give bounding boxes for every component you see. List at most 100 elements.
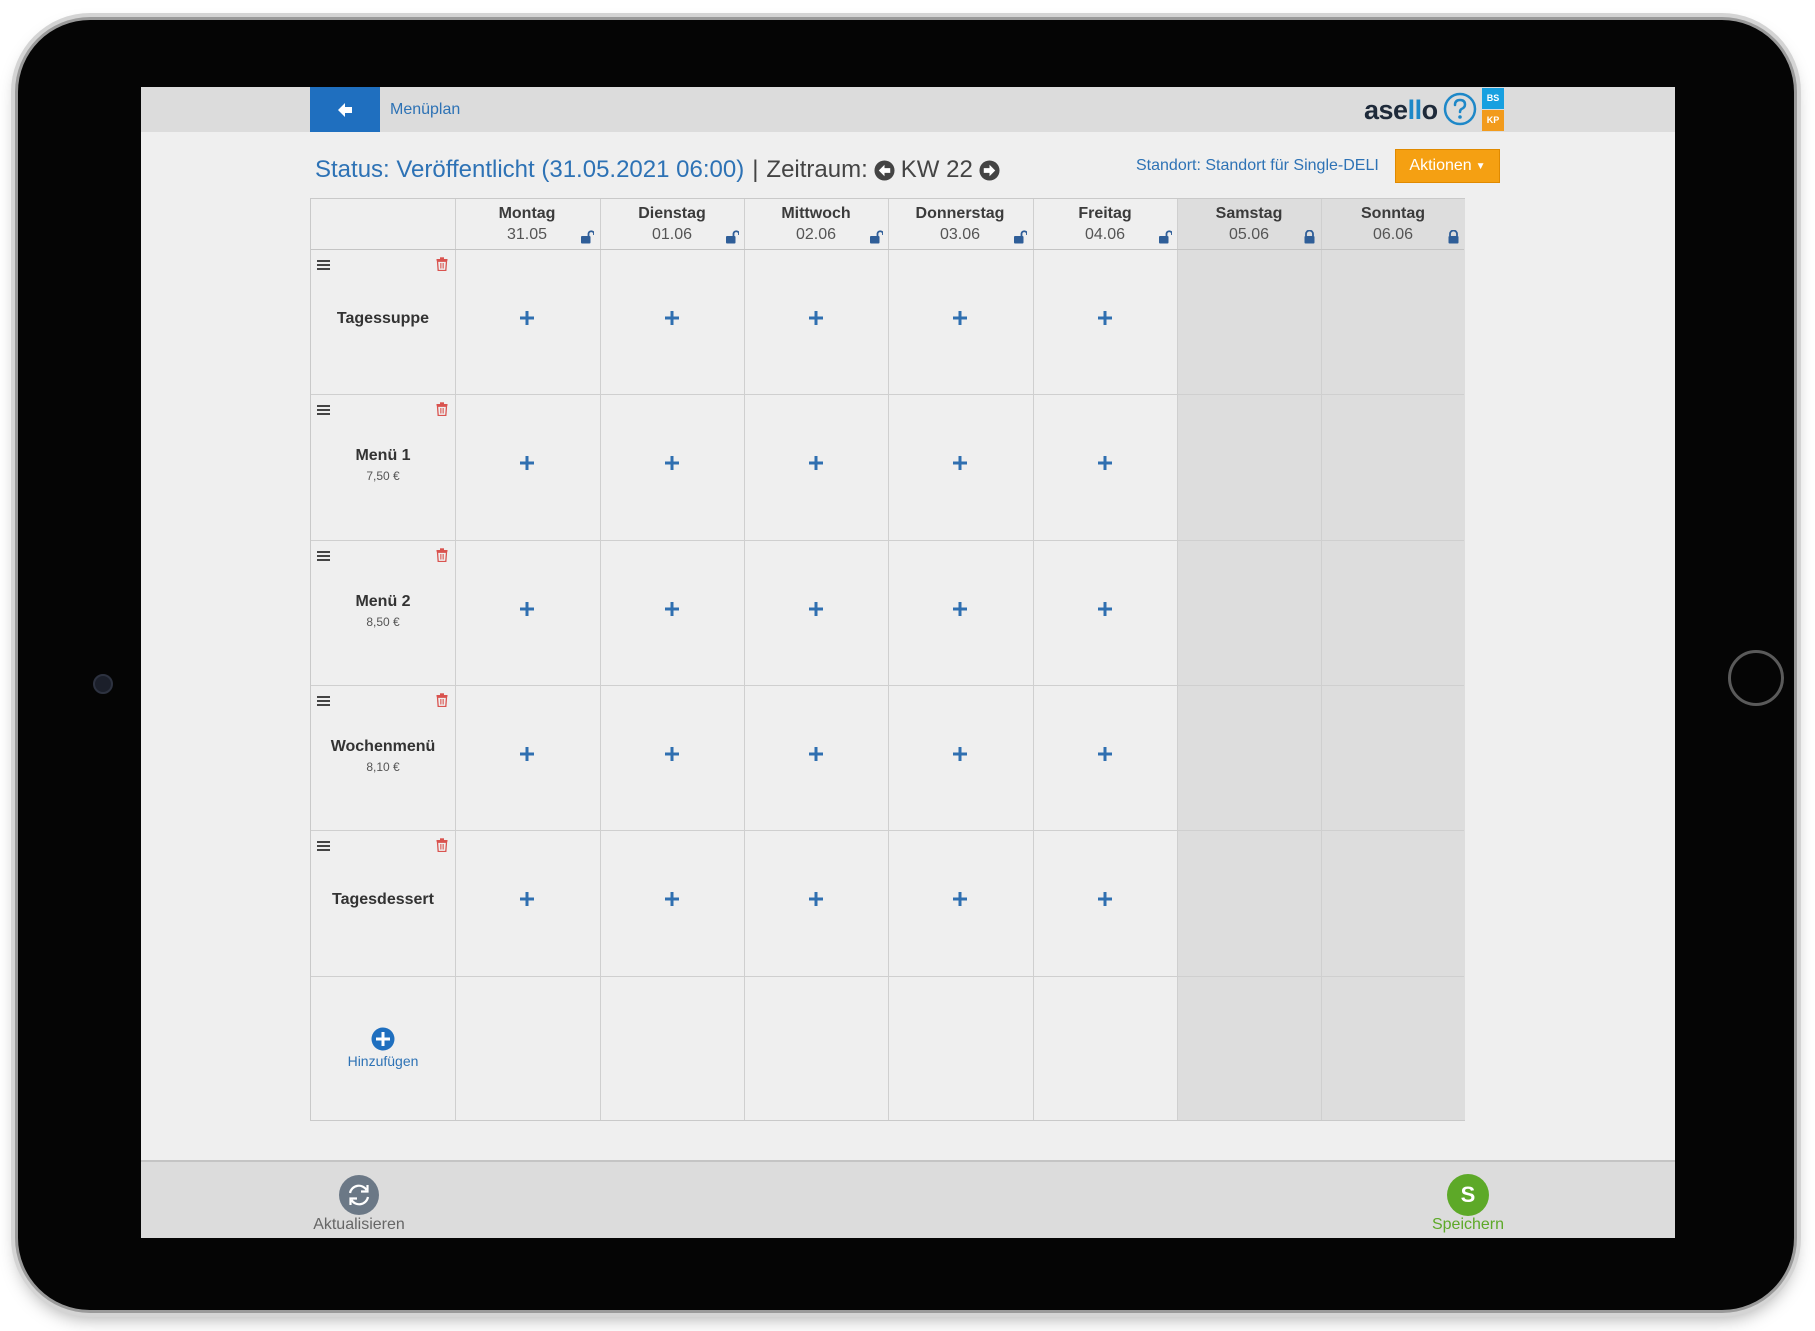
add-dish-plus-icon[interactable] [1097,601,1113,617]
menu-plan-grid: Montag 31.05 Dienstag 01.06 Mittwoch 02.06 Don… [310,198,1465,1121]
add-dish-plus-icon[interactable] [519,310,535,326]
day-date: 02.06 [795,226,837,243]
trash-icon[interactable] [436,548,448,562]
grid-vline [455,199,456,1120]
day-column [744,199,888,1120]
day-date: 04.06 [1084,226,1126,243]
day-header: Donnerstag 03.06 [888,199,1032,249]
period-label: Zeitraum: [766,156,868,183]
day-name: Donnerstag [915,205,1005,222]
drag-handle-icon[interactable] [317,695,331,707]
add-dish-plus-icon[interactable] [519,891,535,907]
day-name: Freitag [1078,205,1132,222]
add-dish-plus-icon[interactable] [519,601,535,617]
lock-closed-icon[interactable] [1447,230,1460,244]
add-dish-plus-icon[interactable] [808,891,824,907]
menu-row-label: Tagesdessert [311,830,455,975]
help-icon[interactable] [1443,92,1477,126]
add-dish-plus-icon[interactable] [519,746,535,762]
drag-handle-icon[interactable] [317,840,331,852]
day-date: 03.06 [939,226,981,243]
day-header: Freitag 04.06 [1033,199,1177,249]
add-dish-plus-icon[interactable] [1097,455,1113,471]
drag-handle-icon[interactable] [317,550,331,562]
day-column [1177,199,1321,1120]
publish-status: Status: Veröffentlicht (31.05.2021 06:00… [315,156,745,183]
day-date: 05.06 [1228,226,1270,243]
refresh-label[interactable]: Aktualisieren [301,1216,417,1234]
save-icon[interactable]: S [1447,1174,1489,1216]
grid-hline [311,976,1464,977]
home-button [1728,650,1784,706]
day-header: Samstag 05.06 [1177,199,1321,249]
add-dish-plus-icon[interactable] [808,601,824,617]
day-column [1033,199,1177,1120]
add-dish-plus-icon[interactable] [808,746,824,762]
day-name: Dienstag [638,205,706,222]
save-label[interactable]: Speichern [1423,1216,1513,1234]
top-bar: Menüplan as e ll o BS KP [141,87,1675,132]
drag-handle-icon[interactable] [317,404,331,416]
add-dish-plus-icon[interactable] [1097,891,1113,907]
trash-icon[interactable] [436,693,448,707]
add-dish-plus-icon[interactable] [1097,310,1113,326]
badge-kp[interactable]: KP [1482,110,1504,131]
logo-text-c: ll [1407,94,1423,125]
lock-open-icon[interactable] [581,230,594,244]
add-dish-plus-icon[interactable] [952,601,968,617]
lock-open-icon[interactable] [1159,230,1172,244]
logo-text-a: as [1364,94,1394,125]
trash-icon[interactable] [436,402,448,416]
add-dish-plus-icon[interactable] [952,891,968,907]
add-dish-plus-icon[interactable] [952,455,968,471]
next-week-icon[interactable] [979,159,1000,181]
day-name: Sonntag [1361,205,1425,222]
day-date: 31.05 [506,226,548,243]
add-dish-plus-icon[interactable] [1097,746,1113,762]
app-screen: Menüplan as e ll o BS KP Status: Veröffentl… [141,87,1675,1238]
plus-circle-icon[interactable] [371,1027,395,1051]
menu-row-name: Menü 2 [355,593,411,610]
breadcrumb[interactable]: Menüplan [390,87,460,132]
grid-vline [600,199,601,1120]
trash-icon[interactable] [436,257,448,271]
add-dish-plus-icon[interactable] [664,601,680,617]
menu-row-name: Tagesdessert [332,891,434,908]
menu-row-price: 7,50 € [366,469,400,483]
add-row-label[interactable]: Hinzufügen [311,1053,455,1069]
day-header: Dienstag 01.06 [600,199,744,249]
refresh-icon[interactable] [338,1174,380,1216]
lock-open-icon[interactable] [726,230,739,244]
day-header: Montag 31.05 [455,199,599,249]
add-dish-plus-icon[interactable] [952,746,968,762]
actions-label: Aktionen [1409,157,1472,174]
grid-hline [311,394,1464,395]
lock-open-icon[interactable] [1014,230,1027,244]
add-dish-plus-icon[interactable] [519,455,535,471]
menu-row-name: Menü 1 [355,447,411,464]
drag-handle-icon[interactable] [317,259,331,271]
asello-logo: as e ll o [1364,93,1438,127]
add-row-button[interactable]: Hinzufügen [311,976,455,1120]
previous-week-icon[interactable] [874,159,895,181]
badge-bs[interactable]: BS [1482,88,1504,109]
add-dish-plus-icon[interactable] [664,455,680,471]
arrow-left-icon [338,102,352,117]
add-dish-plus-icon[interactable] [664,891,680,907]
caret-down-icon: ▼ [1475,160,1486,172]
add-dish-plus-icon[interactable] [952,310,968,326]
trash-icon[interactable] [436,838,448,852]
location-link[interactable]: Standort: Standort für Single-DELI [1136,157,1379,175]
menu-row-name: Tagessuppe [336,310,430,327]
grid-hline [311,685,1464,686]
grid-vline [744,199,745,1120]
add-dish-plus-icon[interactable] [664,310,680,326]
back-button[interactable] [310,87,380,132]
add-dish-plus-icon[interactable] [664,746,680,762]
add-dish-plus-icon[interactable] [808,310,824,326]
day-column [1321,199,1465,1120]
add-dish-plus-icon[interactable] [808,455,824,471]
lock-closed-icon[interactable] [1303,230,1316,244]
lock-open-icon[interactable] [870,230,883,244]
actions-dropdown[interactable]: Aktionen ▼ [1395,149,1500,183]
